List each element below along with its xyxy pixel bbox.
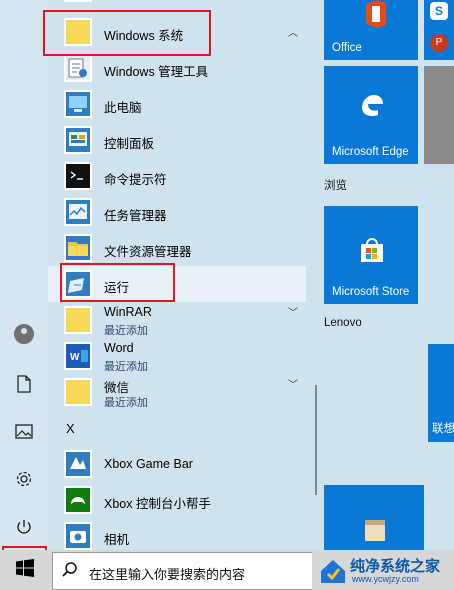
word-icon: W [64, 342, 92, 370]
start-menu-rail [0, 0, 48, 550]
list-scrollbar[interactable] [315, 385, 317, 495]
search-placeholder: 在这里输入你要搜索的内容 [89, 567, 246, 582]
folder-icon [64, 378, 92, 406]
list-item[interactable]: 相机 [48, 518, 306, 554]
xbox-companion-icon [64, 486, 92, 514]
file-explorer-icon [64, 234, 92, 262]
svg-text:W: W [70, 352, 80, 363]
list-item[interactable]: 命令提示符 [48, 158, 306, 194]
tile-skype[interactable]: S P [424, 0, 454, 60]
tile-office[interactable]: Office [324, 0, 418, 60]
task-manager-icon [64, 198, 92, 226]
xbox-icon [64, 450, 92, 478]
recently-added-label: 最近添加 [104, 325, 148, 337]
skype-icon: S [430, 2, 448, 20]
list-item[interactable]: 任务管理器 [48, 194, 306, 230]
app-label: 任务管理器 [104, 209, 167, 223]
section-letter[interactable]: X [66, 421, 75, 436]
folder-icon [64, 0, 92, 2]
camera-icon [64, 522, 92, 550]
tile-lenovo[interactable]: 联想 [428, 344, 454, 442]
app-label: 控制面板 [104, 137, 155, 151]
user-avatar-icon[interactable] [0, 312, 48, 356]
tile-label: Office [332, 42, 362, 54]
app-label: 运行 [104, 281, 130, 295]
list-item[interactable] [48, 0, 306, 6]
list-item[interactable]: Xbox 控制台小帮手 [48, 482, 306, 518]
list-item-windows-system[interactable]: Windows 系统 ︿ [48, 14, 306, 50]
app-label: Xbox 控制台小帮手 [104, 497, 211, 511]
tile-label: Microsoft Edge [332, 146, 409, 158]
office-icon [366, 0, 386, 28]
powerpoint-icon: P [430, 34, 448, 52]
list-item[interactable]: W Word 最近添加 [48, 338, 306, 374]
list-item[interactable]: 文件资源管理器 [48, 230, 306, 266]
app-label: Word [104, 341, 134, 355]
brand-title: 纯净系统之家 [350, 558, 441, 575]
recently-added-label: 最近添加 [104, 397, 148, 409]
list-item[interactable]: Windows 管理工具 [48, 50, 306, 86]
windows-logo-icon [16, 559, 34, 577]
app-label: Windows 管理工具 [104, 65, 209, 79]
brand-house-icon [321, 560, 345, 583]
tile-group-header[interactable]: Lenovo [324, 317, 362, 329]
tile-edge[interactable]: Microsoft Edge [324, 66, 418, 164]
app-label: WinRAR [104, 305, 152, 319]
app-label: Windows 系统 [104, 29, 184, 43]
store-bag-icon [361, 238, 383, 262]
app-label: Xbox Game Bar [104, 457, 193, 471]
tile-label: Microsoft Store [332, 286, 410, 298]
app-box-icon [365, 520, 385, 541]
folder-icon [64, 18, 92, 46]
run-icon [64, 270, 92, 298]
tile-area: Office S P Microsoft Edge 浏览 Microsoft S… [318, 0, 454, 550]
folder-icon [64, 306, 92, 334]
power-icon[interactable] [0, 505, 48, 549]
tile-news-image[interactable] [424, 66, 454, 164]
list-item[interactable]: 此电脑 [48, 86, 306, 122]
list-item[interactable]: WinRAR 最近添加 ﹀ [48, 302, 306, 338]
search-icon [62, 562, 77, 577]
tile-store[interactable]: Microsoft Store [324, 206, 418, 304]
document-icon[interactable] [0, 362, 48, 406]
expand-chevron-icon[interactable]: ﹀ [288, 376, 298, 391]
computer-icon [64, 90, 92, 118]
admin-tools-icon [64, 54, 92, 82]
app-label: 命令提示符 [104, 173, 167, 187]
expand-chevron-icon[interactable]: ﹀ [288, 304, 298, 319]
recently-added-label: 最近添加 [104, 361, 148, 373]
list-item[interactable]: 微信 最近添加 ﹀ [48, 374, 306, 410]
pictures-icon[interactable] [0, 409, 48, 453]
control-panel-icon [64, 126, 92, 154]
app-list: Windows 系统 ︿ Windows 管理工具 此电脑 控制面板 命令提示符… [48, 0, 306, 550]
app-label: 文件资源管理器 [104, 245, 192, 259]
list-item[interactable]: 控制面板 [48, 122, 306, 158]
collapse-chevron-icon[interactable]: ︿ [288, 24, 298, 39]
search-box[interactable]: 在这里输入你要搜索的内容 [52, 552, 314, 590]
settings-icon[interactable] [0, 457, 48, 501]
start-button[interactable] [4, 548, 46, 588]
app-label: 相机 [104, 533, 130, 547]
list-item-run[interactable]: 运行 [48, 266, 306, 302]
brand-url: www.ycwjzy.com [352, 574, 419, 584]
tile-app[interactable] [324, 485, 424, 550]
tile-group-header[interactable]: 浏览 [324, 177, 347, 193]
cmd-icon [64, 162, 92, 190]
tile-label: 联想 [432, 423, 454, 435]
list-item[interactable]: Xbox Game Bar [48, 446, 306, 482]
app-label: 此电脑 [104, 101, 142, 115]
watermark-logo: 纯净系统之家 www.ycwjzy.com [312, 552, 454, 590]
edge-icon [362, 95, 383, 117]
